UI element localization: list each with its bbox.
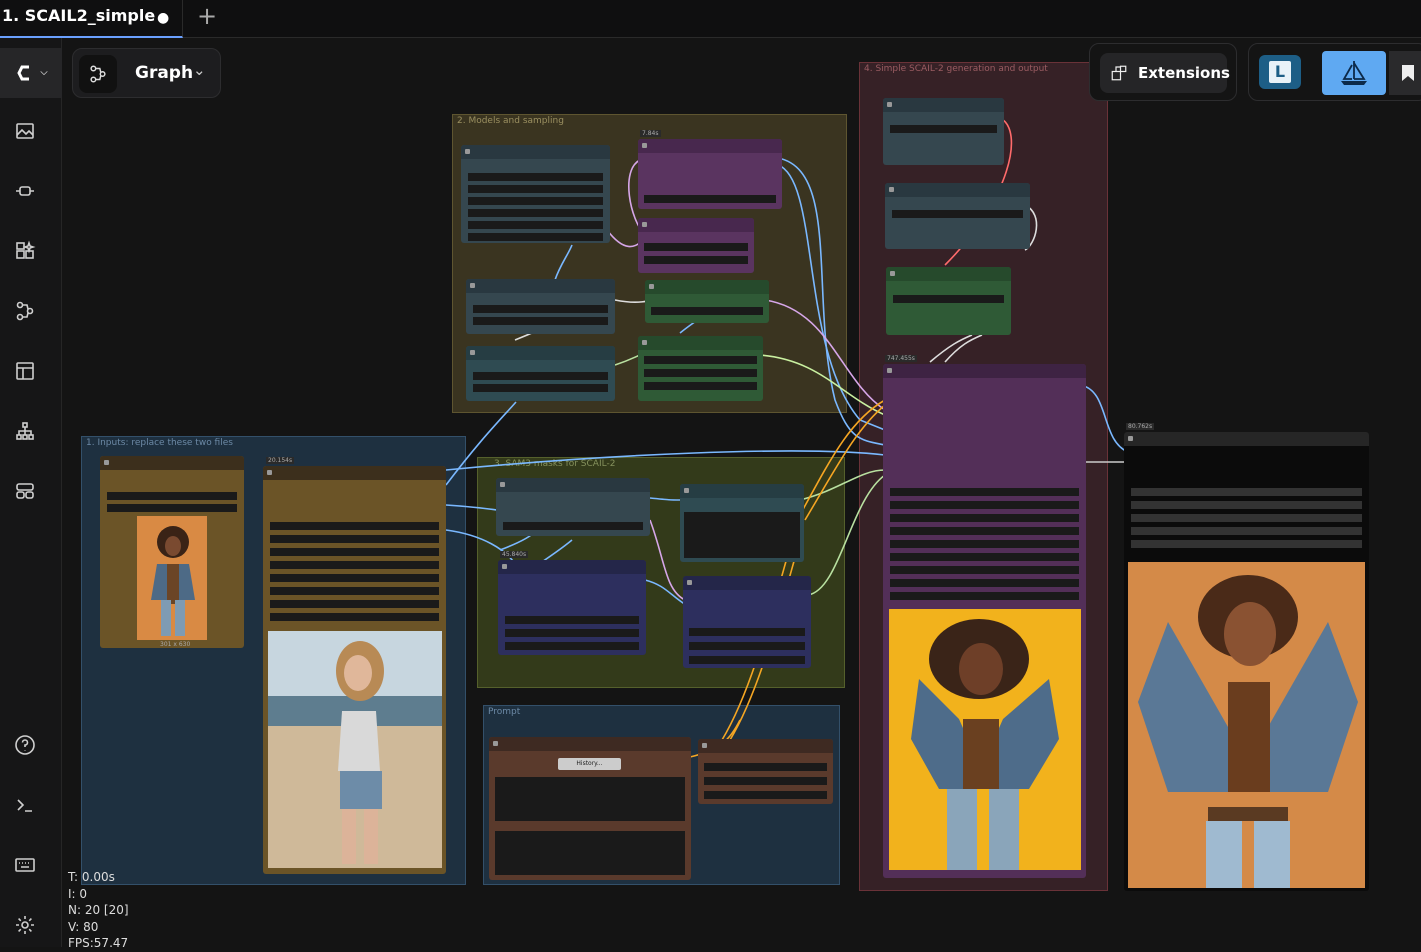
group-title: Prompt [488,707,521,717]
node-green-a[interactable] [645,280,769,323]
node-lora-purple[interactable] [638,218,754,273]
graph-mode-button[interactable]: Graph ⌄ [72,48,221,98]
output-video-image [1128,562,1365,888]
node-map-icon[interactable] [0,406,50,456]
unsaved-dot-icon: ● [157,10,170,26]
node-sam-segment-b[interactable] [683,576,811,668]
node-sam-segment-a[interactable] [498,560,646,655]
chevron-down-icon: ⌄ [193,61,206,79]
workflow-tab[interactable]: 1. SCAIL2_simple ● [0,0,183,38]
l-logo-icon: L [1269,61,1291,83]
node-gen-c[interactable] [886,267,1011,335]
timing-badge: 747.455s [885,355,917,362]
stat-vertices: V: 80 [68,919,99,934]
stat-time: T: 0.00s [68,870,115,884]
extensions-panel: Extensions [1089,43,1237,101]
node-gen-a[interactable] [883,98,1004,165]
node-model-purple[interactable] [638,139,782,209]
timing-badge: 20.154s [266,457,295,464]
node-green-b[interactable] [638,336,763,401]
keyboard-icon[interactable] [0,840,50,890]
nodes-library-icon[interactable] [0,226,50,276]
comfy-logo-icon[interactable] [0,48,62,98]
images-icon[interactable] [0,106,50,156]
ship-icon [1341,61,1367,85]
node-gen-b[interactable] [885,183,1030,249]
group-title: 3. SAM3 masks for SCAIL-2 [494,459,616,469]
graph-mode-label: Graph [135,63,194,83]
ship-button[interactable] [1322,51,1386,95]
workflow-graph-icon [79,55,117,93]
extensions-button[interactable]: Extensions [1100,53,1230,93]
extensions-label: Extensions [1138,64,1230,82]
reference-image [137,516,207,640]
new-tab-button[interactable]: + [195,2,219,30]
top-right-tools: L [1248,43,1421,101]
l-logo-button[interactable]: L [1259,55,1301,89]
node-sam-points[interactable] [680,484,804,562]
puzzle-icon [1111,65,1127,81]
bookmark-icon [1402,65,1414,81]
render-stats: T: 0.00s I: 0 N: 20 [20] V: 80 FPS:57.47 [68,869,129,952]
group-title: 4. Simple SCAIL-2 generation and output [864,64,1048,74]
stat-nodes: N: 20 [20] [68,903,129,917]
timing-badge: 7.84s [640,130,661,137]
timing-badge: 80.762s [1126,423,1155,430]
help-icon[interactable] [0,720,50,770]
tab-bar: 1. SCAIL2_simple ● + [0,0,1421,38]
node-sam-loader[interactable] [496,478,650,536]
workflows-icon[interactable] [0,286,50,336]
terminal-icon[interactable] [0,780,50,830]
sidebar [0,38,62,947]
node-prompt-encode[interactable] [698,739,833,804]
models-icon[interactable] [0,166,50,216]
templates-icon[interactable] [0,346,50,396]
node-vae[interactable] [466,346,615,401]
video-preview-image [268,631,442,868]
image-size-label: 301 x 630 [160,641,191,648]
settings-icon[interactable] [0,900,50,950]
stat-fps: FPS:57.47 [68,936,129,950]
history-button[interactable]: History... [558,758,621,770]
stat-i: I: 0 [68,886,88,901]
workflow-tab-title: 1. SCAIL2_simple [2,6,156,25]
node-clip[interactable] [466,279,615,334]
generated-preview-image [889,609,1081,870]
apps-icon[interactable] [0,466,50,516]
group-title: 2. Models and sampling [457,116,564,126]
bookmark-button[interactable] [1389,51,1421,95]
node-loader[interactable] [461,145,610,243]
group-title: 1. Inputs: replace these two files [86,438,233,448]
timing-badge: 45.840s [500,551,529,558]
